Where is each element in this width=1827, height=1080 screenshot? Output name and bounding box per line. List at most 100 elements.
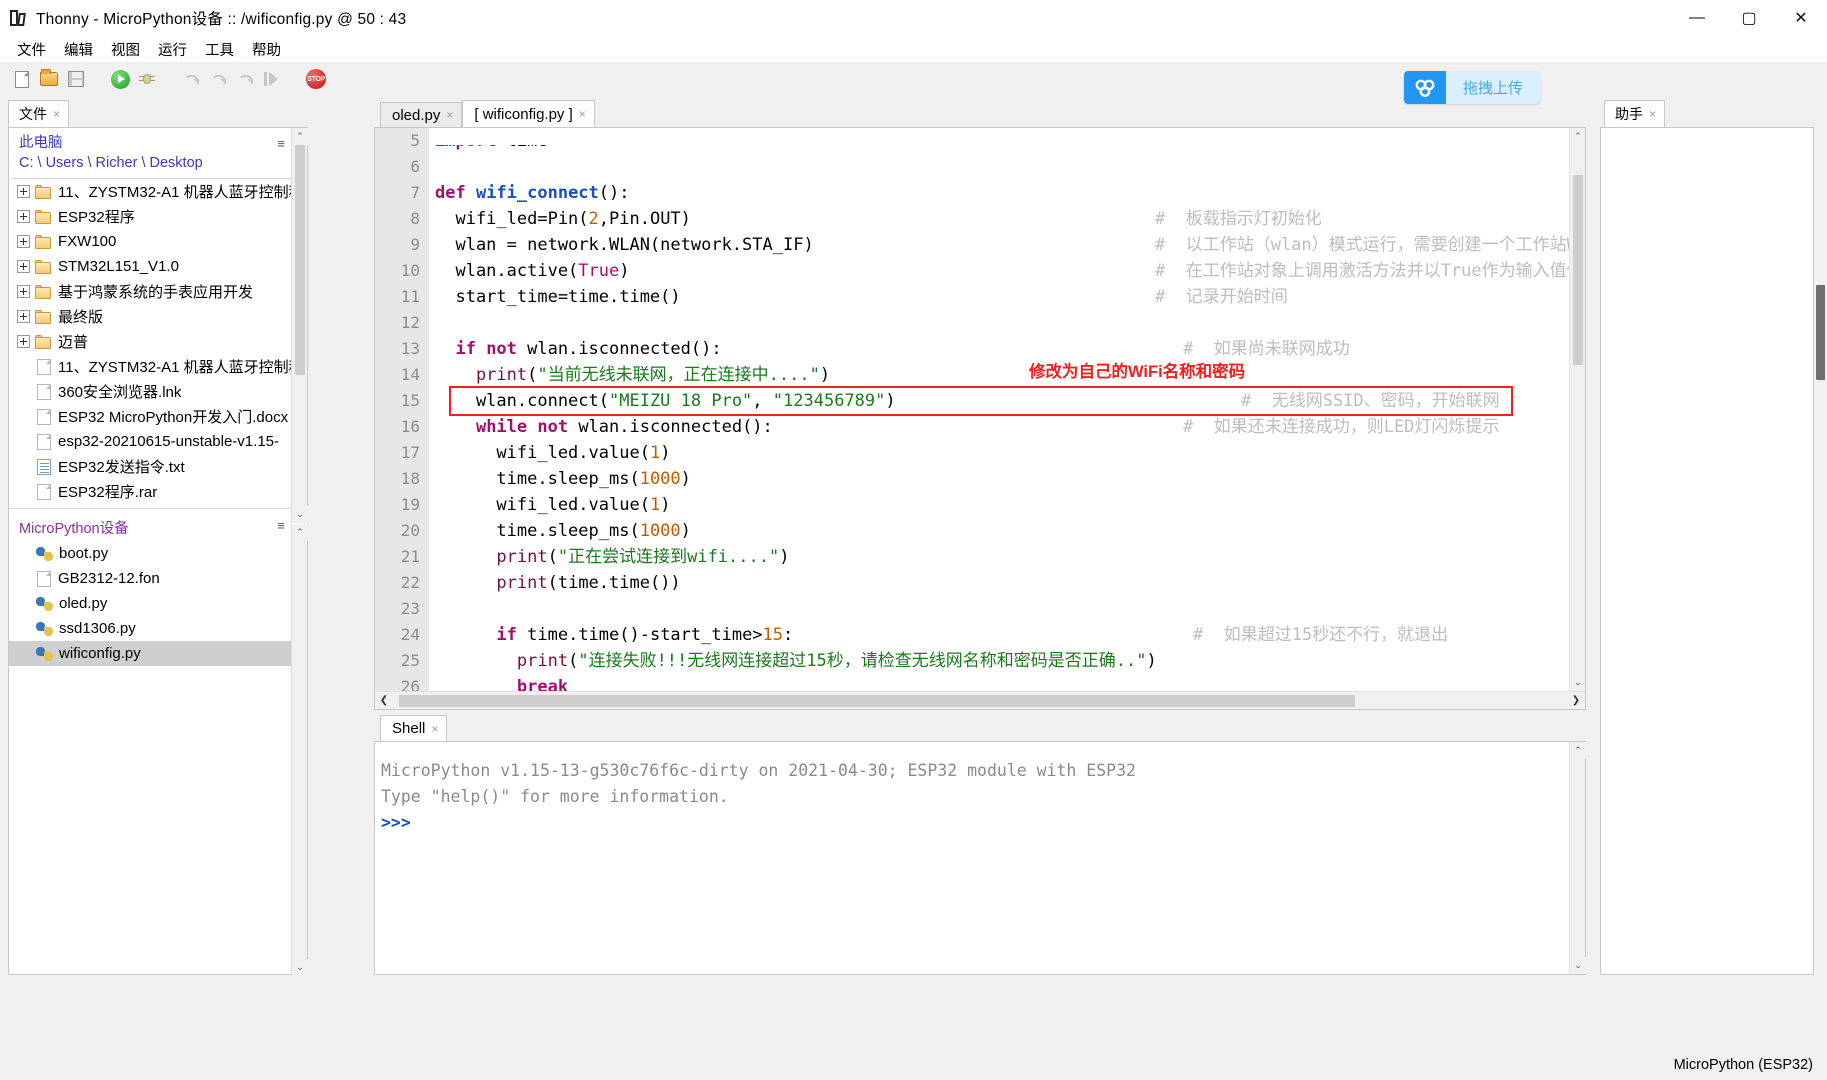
expand-toggle-icon[interactable]: [17, 235, 30, 248]
stop-button[interactable]: STOP: [304, 67, 328, 91]
local-file-row[interactable]: 360安全浏览器.lnk: [9, 379, 307, 404]
code-line[interactable]: [429, 310, 1569, 336]
code-area[interactable]: 567891011121314151617181920212223242526 …: [375, 128, 1569, 691]
device-file-row[interactable]: oled.py: [9, 591, 307, 616]
step-over-button[interactable]: [179, 67, 203, 91]
code-line[interactable]: if time.time()-start_time>15:# 如果超过15秒还不…: [429, 622, 1569, 648]
expand-toggle-icon[interactable]: [17, 260, 30, 273]
shell-prompt[interactable]: >>>: [381, 810, 1585, 836]
minimize-icon[interactable]: —: [1671, 0, 1723, 36]
window-scrollbar[interactable]: [1814, 100, 1827, 980]
code-line[interactable]: while not wlan.isconnected():# 如果还未连接成功，…: [429, 414, 1569, 440]
local-file-row[interactable]: ESP32程序: [9, 204, 307, 229]
local-file-row[interactable]: 最终版: [9, 304, 307, 329]
editor-body[interactable]: 567891011121314151617181920212223242526 …: [374, 127, 1586, 710]
local-file-row[interactable]: FXW100: [9, 229, 307, 254]
close-icon[interactable]: ✕: [1775, 0, 1827, 36]
menu-edit[interactable]: 编辑: [55, 37, 102, 62]
device-file-row[interactable]: boot.py: [9, 541, 307, 566]
menu-help[interactable]: 帮助: [243, 37, 290, 62]
tab-assistant-close-icon[interactable]: ×: [1649, 107, 1656, 121]
editor-scroll-right-icon[interactable]: ❯: [1567, 692, 1585, 710]
code-line[interactable]: wlan.active(True)# 在工作站对象上调用激活方法并以True作为…: [429, 258, 1569, 284]
code-line[interactable]: print("正在尝试连接到wifi...."): [429, 544, 1569, 570]
expand-toggle-icon[interactable]: [17, 285, 30, 298]
save-button[interactable]: [64, 67, 88, 91]
files-pane-menu-icon[interactable]: ≡: [277, 136, 285, 151]
tab-oled-py[interactable]: oled.py ×: [380, 102, 462, 127]
local-file-row[interactable]: esp32-20210615-unstable-v1.15-: [9, 429, 307, 454]
tab-oled-py-close-icon[interactable]: ×: [446, 108, 453, 122]
run-button[interactable]: [108, 67, 132, 91]
expand-toggle-icon[interactable]: [17, 310, 30, 323]
shell-output[interactable]: MicroPython v1.15-13-g530c76f6c-dirty on…: [375, 742, 1585, 836]
debug-button[interactable]: [135, 67, 159, 91]
step-into-button[interactable]: [206, 67, 230, 91]
new-file-button[interactable]: [10, 67, 34, 91]
local-file-row[interactable]: 基于鸿蒙系统的手表应用开发: [9, 279, 307, 304]
local-file-row[interactable]: STM32L151_V1.0: [9, 254, 307, 279]
device-file-row[interactable]: GB2312-12.fon: [9, 566, 307, 591]
expand-toggle-icon[interactable]: [17, 335, 30, 348]
code-line[interactable]: break: [429, 674, 1569, 691]
window-scroll-thumb[interactable]: [1816, 285, 1825, 380]
scroll-up-icon[interactable]: ⌃: [292, 128, 308, 145]
expand-toggle-icon[interactable]: [17, 185, 30, 198]
local-file-row[interactable]: ESP32 MicroPython开发入门.docx: [9, 404, 307, 429]
code-lines[interactable]: import timedef wifi_connect(): wifi_led=…: [429, 128, 1569, 691]
code-line[interactable]: [429, 596, 1569, 622]
open-file-button[interactable]: [37, 67, 61, 91]
tab-wificonfig-py-close-icon[interactable]: ×: [579, 107, 586, 121]
menu-tools[interactable]: 工具: [196, 37, 243, 62]
local-scroll-thumb[interactable]: [295, 145, 305, 375]
tab-files[interactable]: 文件 ×: [8, 100, 69, 127]
editor-hscroll-thumb[interactable]: [399, 695, 1355, 707]
code-line[interactable]: start_time=time.time()# 记录开始时间: [429, 284, 1569, 310]
code-line[interactable]: wlan.connect("MEIZU 18 Pro", "123456789"…: [429, 388, 1569, 414]
editor-scroll-thumb[interactable]: [1573, 175, 1583, 365]
editor-horizontal-scrollbar[interactable]: ❮ ❯: [375, 691, 1585, 709]
local-file-row[interactable]: 11、ZYSTM32-A1 机器人蓝牙控制程: [9, 354, 307, 379]
code-line[interactable]: print("连接失败!!!无线网连接超过15秒，请检查无线网名称和密码是否正确…: [429, 648, 1569, 674]
code-line[interactable]: wifi_led.value(1): [429, 440, 1569, 466]
tab-shell-close-icon[interactable]: ×: [431, 722, 438, 736]
step-out-button[interactable]: [233, 67, 257, 91]
code-line[interactable]: def wifi_connect():: [429, 180, 1569, 206]
tab-shell[interactable]: Shell ×: [380, 715, 447, 741]
device-pane-menu-icon[interactable]: ≡: [277, 518, 285, 533]
code-line[interactable]: wifi_led=Pin(2,Pin.OUT)# 板载指示灯初始化: [429, 206, 1569, 232]
device-scroll-down-icon[interactable]: ⌄: [292, 959, 308, 976]
local-file-row[interactable]: ESP32程序.rar: [9, 479, 307, 504]
this-pc-label[interactable]: 此电脑: [19, 134, 307, 153]
menu-view[interactable]: 视图: [102, 37, 149, 62]
shell-body[interactable]: MicroPython v1.15-13-g530c76f6c-dirty on…: [374, 741, 1586, 975]
menu-run[interactable]: 运行: [149, 37, 196, 62]
shell-scroll-up-icon[interactable]: ⌃: [1570, 742, 1586, 759]
code-line[interactable]: print("当前无线未联网，正在连接中...."): [429, 362, 1569, 388]
code-line[interactable]: time.sleep_ms(1000): [429, 518, 1569, 544]
device-file-row[interactable]: wificonfig.py: [9, 641, 307, 666]
shell-scroll-down-icon[interactable]: ⌄: [1570, 957, 1586, 974]
code-line[interactable]: time.sleep_ms(1000): [429, 466, 1569, 492]
local-list-scrollbar[interactable]: ⌃ ⌄: [291, 128, 307, 523]
local-file-row[interactable]: 迈普: [9, 329, 307, 354]
device-list-scrollbar[interactable]: ⌃ ⌄: [291, 524, 307, 976]
tab-files-close-icon[interactable]: ×: [53, 107, 60, 121]
local-file-row[interactable]: ESP32发送指令.txt: [9, 454, 307, 479]
interpreter-status[interactable]: MicroPython (ESP32): [1674, 1057, 1813, 1073]
expand-toggle-icon[interactable]: [17, 210, 30, 223]
local-file-row[interactable]: 11、ZYSTM32-A1 机器人蓝牙控制程: [9, 179, 307, 204]
editor-scroll-down-icon[interactable]: ⌄: [1570, 674, 1586, 691]
scroll-down-icon[interactable]: ⌄: [292, 506, 308, 523]
editor-vertical-scrollbar[interactable]: ⌃ ⌄: [1569, 128, 1585, 691]
maximize-icon[interactable]: ▢: [1723, 0, 1775, 36]
shell-scrollbar[interactable]: ⌃ ⌄: [1569, 742, 1585, 974]
breadcrumb-path[interactable]: C: \ Users \ Richer \ Desktop: [19, 153, 307, 173]
editor-scroll-left-icon[interactable]: ❮: [375, 692, 393, 710]
code-line[interactable]: [429, 154, 1569, 180]
tab-assistant[interactable]: 助手 ×: [1604, 100, 1665, 127]
code-line[interactable]: if not wlan.isconnected():# 如果尚未联网成功: [429, 336, 1569, 362]
code-line[interactable]: wlan = network.WLAN(network.STA_IF)# 以工作…: [429, 232, 1569, 258]
device-scroll-up-icon[interactable]: ⌃: [292, 524, 308, 541]
resume-button[interactable]: [260, 67, 284, 91]
